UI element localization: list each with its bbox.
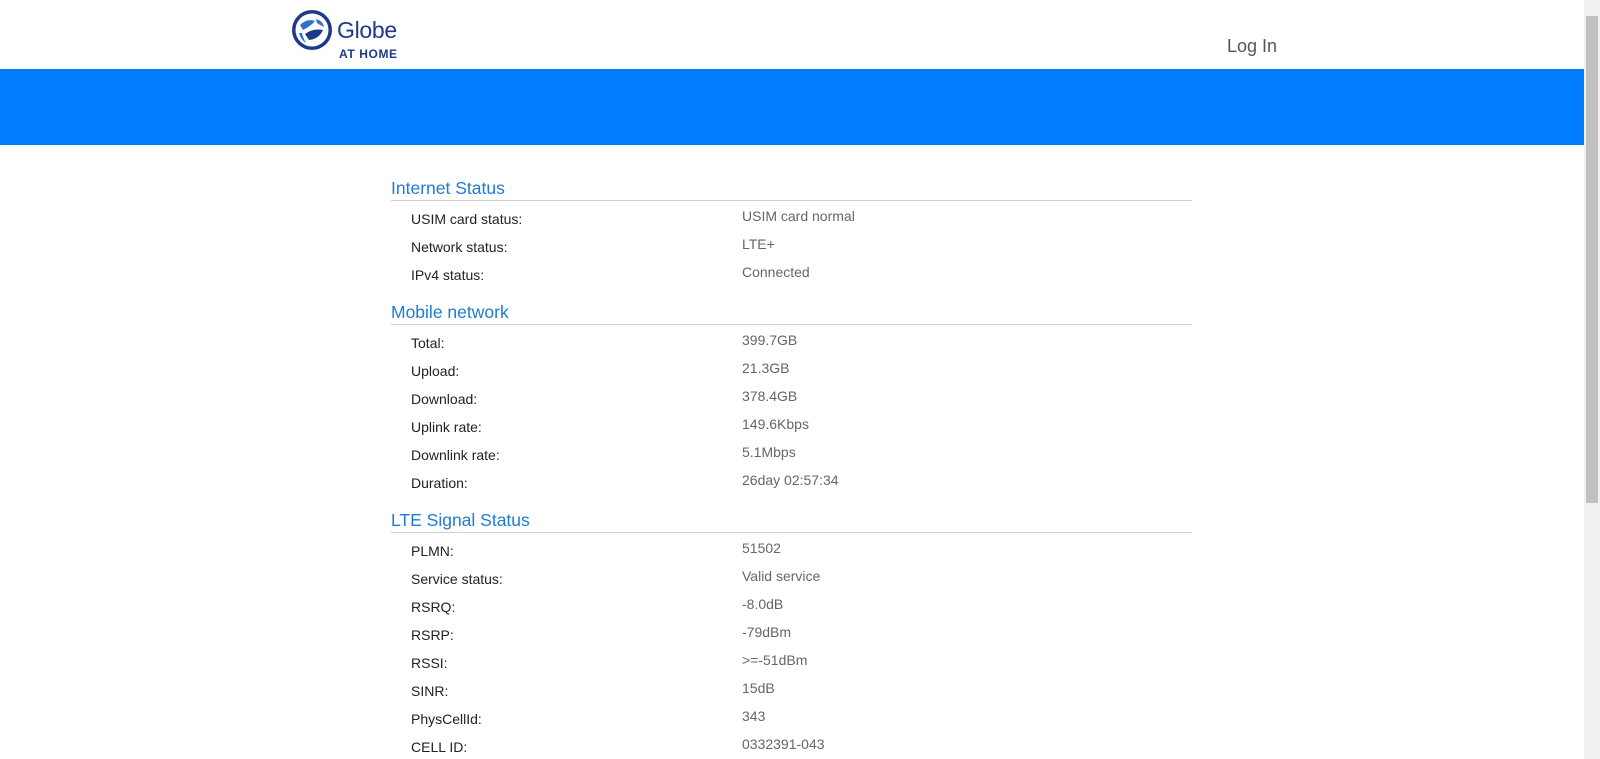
status-row: USIM card status: USIM card normal [391,205,1192,233]
row-value: 51502 [742,540,781,556]
row-label: RSRQ: [411,599,456,615]
row-value: 399.7GB [742,332,798,348]
row-label: CELL ID: [411,739,468,755]
row-value: 343 [742,708,766,724]
row-label: RSRP: [411,627,454,643]
section-lte-signal-status: LTE Signal Status PLMN: 51502 Service sta… [391,508,1192,759]
row-label: Download: [411,391,478,407]
status-row: IPv4 status: Connected [391,261,1192,289]
blue-banner [0,69,1584,145]
row-label: SINR: [411,683,449,699]
top-header: Globe AT HOME Log In [0,0,1584,69]
status-row: RSRQ: -8.0dB [391,593,1192,621]
logo-wordmark: Globe [337,17,397,43]
section-mobile-network: Mobile network Total: 399.7GB Upload: 21.3… [391,300,1192,497]
status-row: Upload: 21.3GB [391,357,1192,385]
scrollbar-thumb[interactable] [1586,16,1598,503]
status-row: RSSI: >=-51dBm [391,649,1192,677]
section-title: LTE Signal Status [391,508,1192,533]
row-value: 21.3GB [742,360,790,376]
row-value: Connected [742,264,810,280]
row-label: Downlink rate: [411,447,500,463]
globe-logo-icon [292,10,332,50]
row-label: Duration: [411,475,468,491]
row-label: RSSI: [411,655,448,671]
status-row: Total: 399.7GB [391,329,1192,357]
status-row: Duration: 26day 02:57:34 [391,469,1192,497]
row-label: Total: [411,335,445,351]
status-row: PhysCellId: 343 [391,705,1192,733]
login-link[interactable]: Log In [1227,36,1277,57]
row-label: Network status: [411,239,508,255]
row-label: USIM card status: [411,211,523,227]
row-label: Upload: [411,363,460,379]
logo-subtitle: AT HOME [339,47,398,61]
status-row: Download: 378.4GB [391,385,1192,413]
row-value: LTE+ [742,236,775,252]
status-row: CELL ID: 0332391-043 [391,733,1192,759]
globe-at-home-logo[interactable]: Globe AT HOME [291,9,411,63]
status-content: Internet Status USIM card status: USIM ca… [391,176,1192,759]
status-row: Downlink rate: 5.1Mbps [391,441,1192,469]
status-row: SINR: 15dB [391,677,1192,705]
row-value: 0332391-043 [742,736,825,752]
row-value: 378.4GB [742,388,798,404]
row-value: USIM card normal [742,208,855,224]
row-label: IPv4 status: [411,267,485,283]
row-value: 149.6Kbps [742,416,809,432]
row-label: Service status: [411,571,503,587]
row-value: 5.1Mbps [742,444,796,460]
row-value: >=-51dBm [742,652,808,668]
row-value: Valid service [742,568,821,584]
row-value: -79dBm [742,624,792,640]
row-value: 15dB [742,680,775,696]
status-row: Service status: Valid service [391,565,1192,593]
row-value: -8.0dB [742,596,784,612]
section-title: Mobile network [391,300,1192,325]
status-row: PLMN: 51502 [391,537,1192,565]
section-title: Internet Status [391,176,1192,201]
row-label: PhysCellId: [411,711,482,727]
row-value: 26day 02:57:34 [742,472,839,488]
section-internet-status: Internet Status USIM card status: USIM ca… [391,176,1192,289]
status-row: Uplink rate: 149.6Kbps [391,413,1192,441]
status-row: RSRP: -79dBm [391,621,1192,649]
status-row: Network status: LTE+ [391,233,1192,261]
row-label: PLMN: [411,543,454,559]
row-label: Uplink rate: [411,419,482,435]
